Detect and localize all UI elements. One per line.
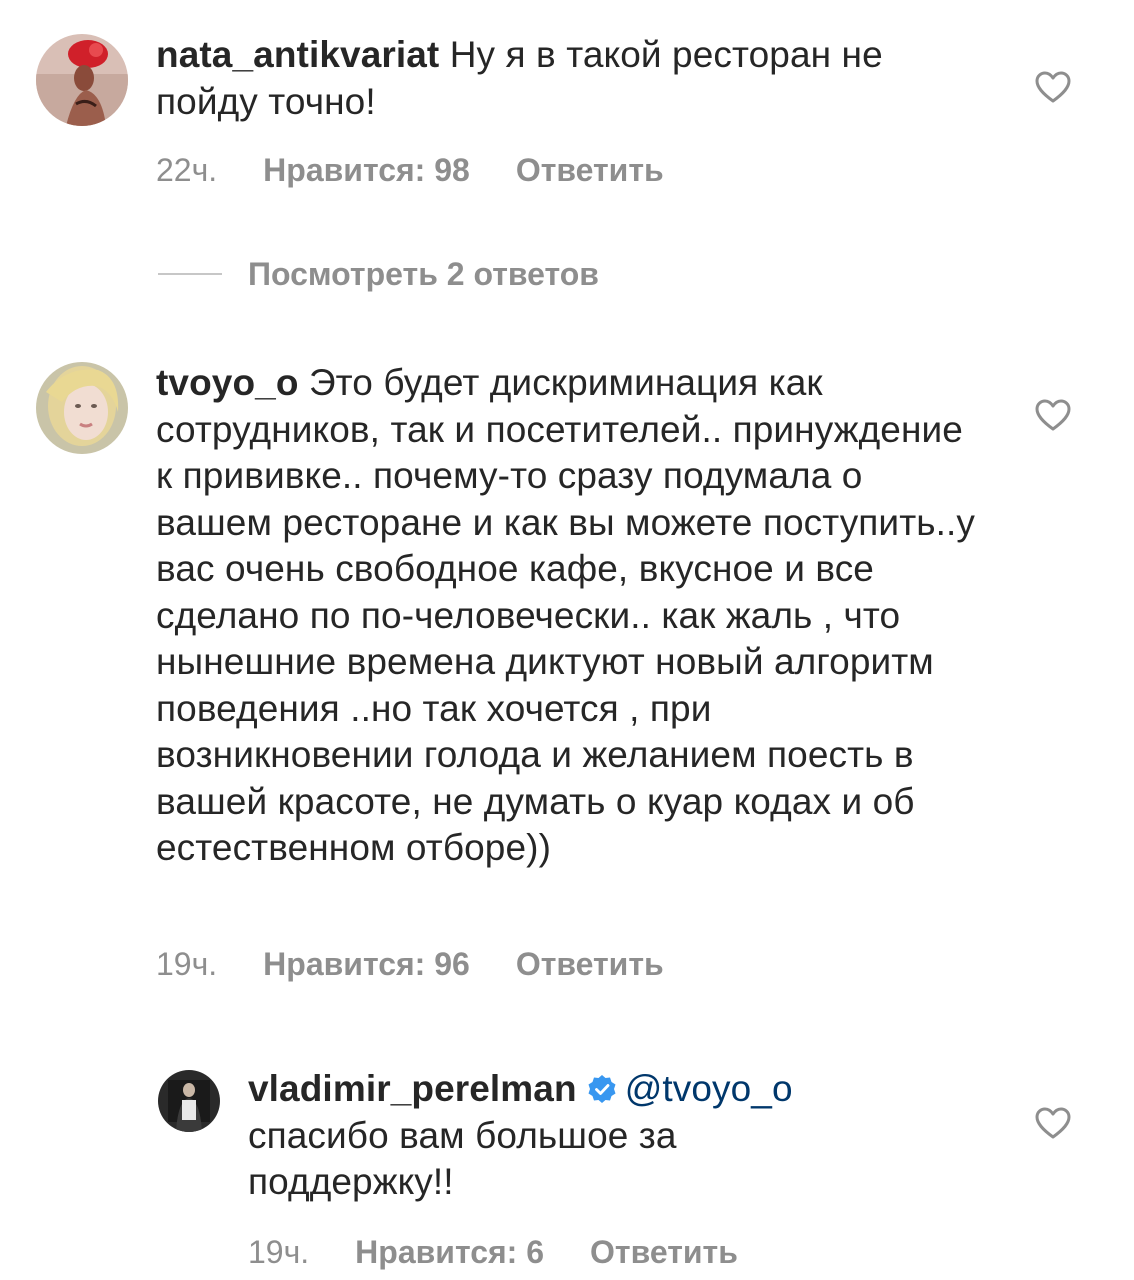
comment-time: 19ч. [248,1234,310,1270]
comment-text: tvoyo_o Это будет дискриминация как сотр… [156,360,976,872]
comment-time: 19ч. [156,946,218,982]
comment-meta: 19ч. Нравится: 96 Ответить [156,946,664,983]
mention-link[interactable]: @tvoyo_o [625,1068,793,1109]
comment-meta: 19ч. Нравится: 6 Ответить [248,1234,738,1271]
likes-count[interactable]: Нравится: 98 [263,152,470,188]
avatar-image [36,34,128,126]
reply-button[interactable]: Ответить [590,1234,738,1270]
view-replies-button[interactable]: Посмотреть 2 ответов [158,254,599,294]
avatar[interactable] [36,362,128,454]
heart-icon[interactable] [1034,1106,1072,1140]
comment-username[interactable]: nata_antikvariat [156,34,439,75]
view-replies-label: Посмотреть 2 ответов [248,255,599,292]
reply-button[interactable]: Ответить [516,946,664,982]
avatar[interactable] [36,34,128,126]
avatar-image [36,362,128,454]
comment-body: Это будет дискриминация как сотрудников,… [156,362,975,868]
verified-badge-icon [588,1075,616,1103]
reply-button[interactable]: Ответить [516,152,664,188]
comment-text: nata_antikvariat Ну я в такой ресторан н… [156,32,976,125]
avatar[interactable] [158,1070,220,1132]
comment-username[interactable]: vladimir_perelman [248,1068,577,1109]
comment-body: спасибо вам большое за поддержку!! [248,1114,677,1203]
avatar-image [158,1070,220,1132]
divider-line [158,273,222,275]
heart-icon[interactable] [1034,398,1072,432]
comment-username[interactable]: tvoyo_o [156,362,299,403]
comment-text: vladimir_perelman @tvoyo_o спасибо вам бо… [248,1066,868,1206]
likes-count[interactable]: Нравится: 6 [355,1234,544,1270]
comment-meta: 22ч. Нравится: 98 Ответить [156,152,664,189]
likes-count[interactable]: Нравится: 96 [263,946,470,982]
heart-icon[interactable] [1034,70,1072,104]
comment-time: 22ч. [156,152,218,188]
